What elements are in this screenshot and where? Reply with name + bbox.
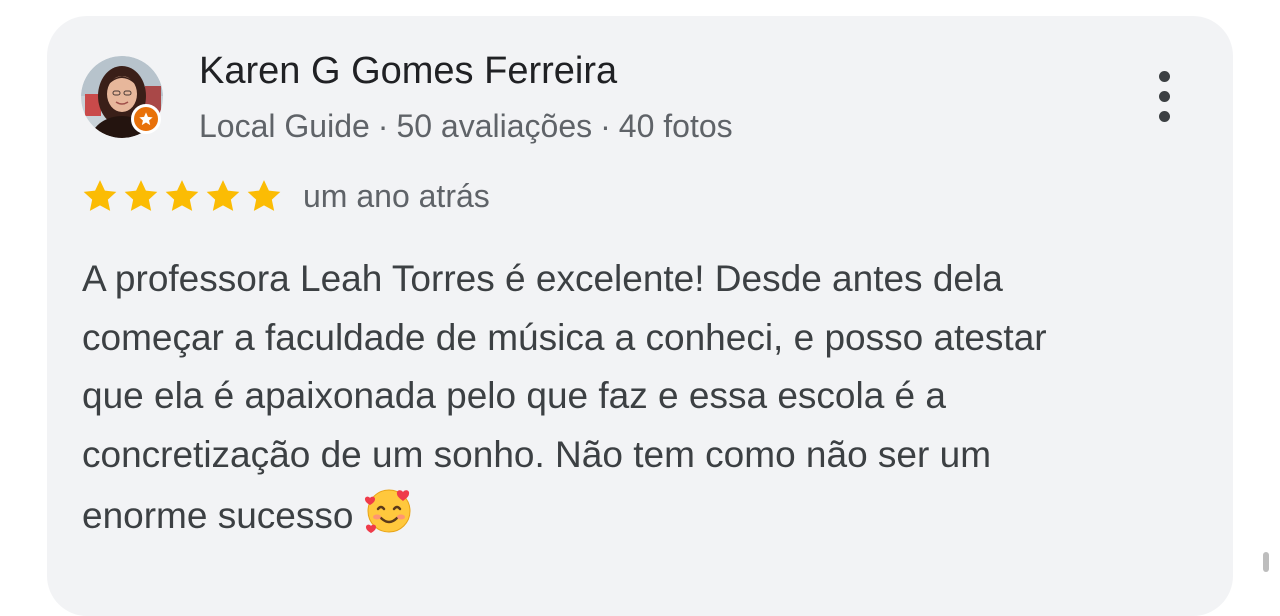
review-text-line: começar a faculdade de música a conheci,… xyxy=(82,316,1047,358)
scrollbar[interactable] xyxy=(1263,552,1269,572)
review-text-line: A professora Leah Torres é excelente! De… xyxy=(82,258,1003,299)
photo-count: 40 fotos xyxy=(618,108,733,144)
review-text-line-last: enorme sucesso xyxy=(82,484,1192,546)
more-dot xyxy=(1158,110,1170,122)
star-icon xyxy=(165,180,199,211)
meta-separator: · xyxy=(600,108,611,144)
more-vert-icon[interactable] xyxy=(1144,66,1184,126)
review-time: um ano atrás xyxy=(303,178,490,214)
review-text-line: enorme sucesso xyxy=(82,495,354,536)
meta-separator: · xyxy=(377,108,389,144)
star-rating xyxy=(80,176,285,216)
review-text: A professora Leah Torres é excelente! De… xyxy=(82,250,1192,546)
author-meta: Local Guide · 50 avaliações · 40 fotos xyxy=(199,106,733,146)
author-name[interactable]: Karen G Gomes Ferreira xyxy=(199,48,617,94)
local-guide-label: Local Guide xyxy=(199,108,370,144)
local-guide-star-icon xyxy=(131,104,161,134)
more-dot xyxy=(1158,70,1170,82)
review-text-line: concretização de um sonho. Não tem como … xyxy=(82,433,992,475)
star-icon xyxy=(83,180,117,211)
star-icon xyxy=(247,180,281,211)
star-icon xyxy=(124,180,158,211)
review-text-line: que ela é apaixonada pelo que faz e essa… xyxy=(82,375,946,416)
avatar[interactable] xyxy=(81,56,163,138)
star-icon xyxy=(206,180,240,211)
review-count: 50 avaliações xyxy=(396,108,593,144)
more-dot xyxy=(1158,90,1170,102)
smiling-face-with-hearts-icon xyxy=(365,489,411,533)
